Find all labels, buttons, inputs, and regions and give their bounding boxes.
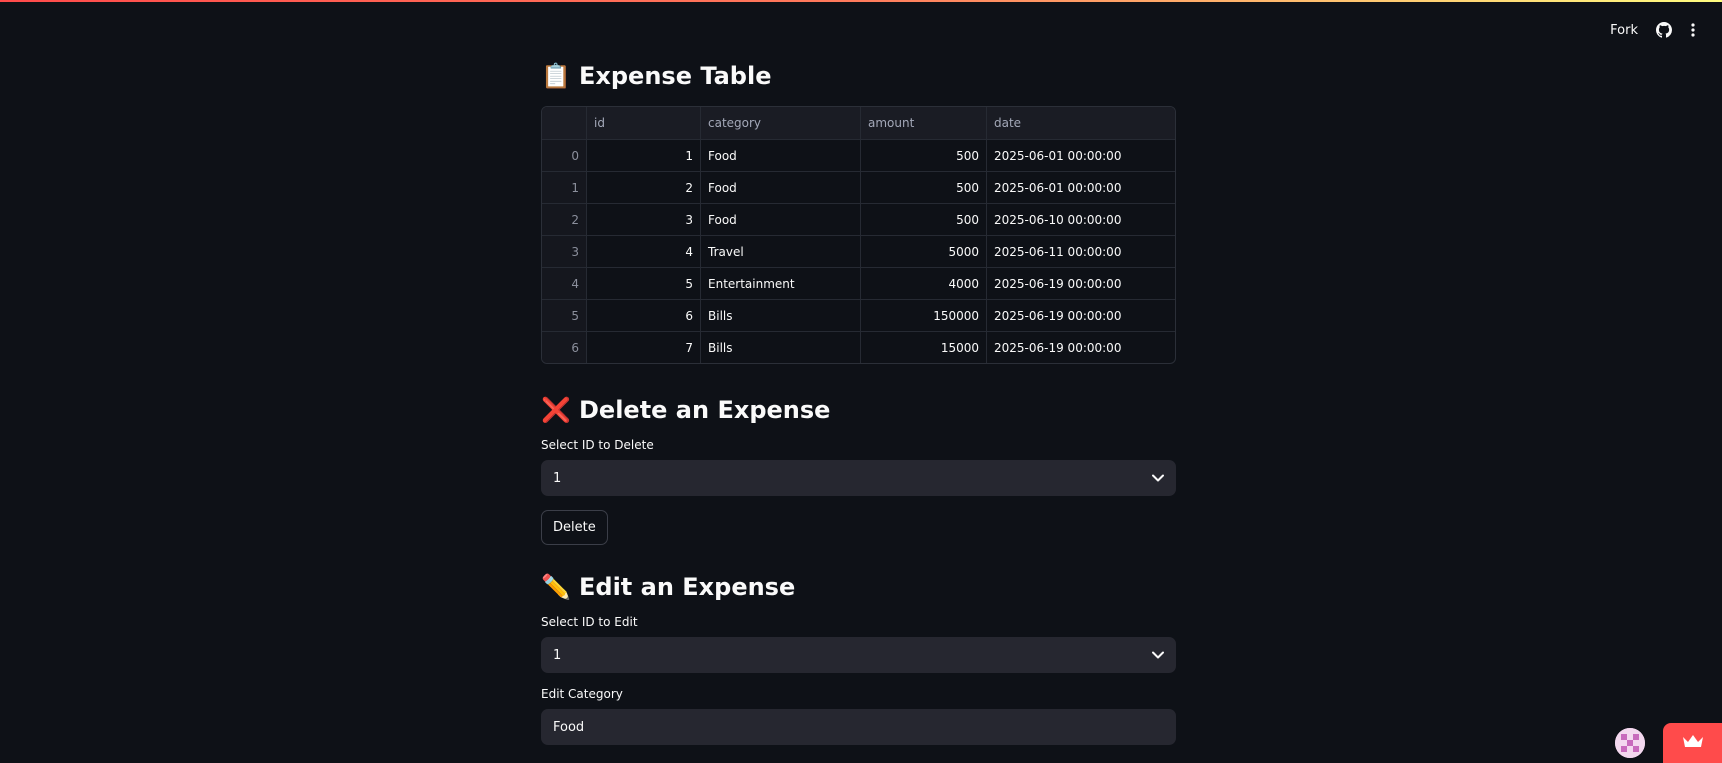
- row-index-cell: 1: [542, 171, 587, 204]
- expense-table: id category amount date 0 1 Food 500 202…: [542, 107, 1175, 363]
- category-cell[interactable]: Bills: [700, 331, 861, 363]
- category-cell[interactable]: Food: [700, 203, 861, 236]
- category-cell[interactable]: Food: [700, 171, 861, 204]
- pencil-icon: ✏️: [541, 573, 571, 601]
- header-toolbar: Fork: [1610, 22, 1696, 38]
- date-cell[interactable]: 2025-06-01 00:00:00: [986, 139, 1175, 172]
- category-cell[interactable]: Food: [700, 139, 861, 172]
- row-index-cell: 5: [542, 299, 587, 332]
- table-row: 6 7 Bills 15000 2025-06-19 00:00:00: [542, 331, 1176, 364]
- amount-cell[interactable]: 500: [860, 139, 987, 172]
- user-avatar[interactable]: [1615, 728, 1645, 758]
- amount-cell[interactable]: 4000: [860, 267, 987, 300]
- id-cell[interactable]: 2: [586, 171, 701, 204]
- id-cell[interactable]: 6: [586, 299, 701, 332]
- edit-category-input[interactable]: Food: [541, 709, 1176, 745]
- id-cell[interactable]: 4: [586, 235, 701, 268]
- id-cell[interactable]: 3: [586, 203, 701, 236]
- id-cell[interactable]: 7: [586, 331, 701, 363]
- column-header-date[interactable]: date: [986, 107, 1175, 140]
- date-cell[interactable]: 2025-06-19 00:00:00: [986, 267, 1175, 300]
- expense-table-title: Expense Table: [579, 62, 772, 90]
- row-index-cell: 4: [542, 267, 587, 300]
- delete-id-select-value: 1: [553, 470, 562, 486]
- row-index-cell: 0: [542, 139, 587, 172]
- date-cell[interactable]: 2025-06-11 00:00:00: [986, 235, 1175, 268]
- edit-id-select[interactable]: 1: [541, 637, 1176, 673]
- edit-id-select-value: 1: [553, 647, 562, 663]
- column-header-amount[interactable]: amount: [860, 107, 987, 140]
- edit-expense-title: Edit an Expense: [579, 573, 796, 601]
- delete-select-label: Select ID to Delete: [541, 438, 654, 452]
- row-index-cell: 2: [542, 203, 587, 236]
- edit-expense-heading: ✏️ Edit an Expense: [541, 567, 1176, 607]
- row-index-cell: 6: [542, 331, 587, 363]
- edit-select-label: Select ID to Edit: [541, 615, 638, 629]
- amount-cell[interactable]: 500: [860, 203, 987, 236]
- chevron-down-icon: [1152, 471, 1164, 486]
- amount-cell[interactable]: 15000: [860, 331, 987, 363]
- row-index-cell: 3: [542, 235, 587, 268]
- category-cell[interactable]: Bills: [700, 299, 861, 332]
- delete-expense-title: Delete an Expense: [579, 396, 831, 424]
- id-cell[interactable]: 5: [586, 267, 701, 300]
- more-vertical-icon[interactable]: [1690, 22, 1696, 38]
- table-header-row: id category amount date: [542, 107, 1175, 140]
- column-header-index[interactable]: [542, 107, 587, 140]
- date-cell[interactable]: 2025-06-19 00:00:00: [987, 332, 1176, 364]
- streamlit-crown-badge[interactable]: [1663, 723, 1722, 763]
- github-icon[interactable]: [1656, 22, 1672, 38]
- delete-button[interactable]: Delete: [541, 510, 608, 545]
- category-cell[interactable]: Entertainment: [700, 267, 861, 300]
- cross-mark-icon: ❌: [541, 396, 571, 424]
- table-row: 1 2 Food 500 2025-06-01 00:00:00: [542, 171, 1175, 204]
- table-row: 4 5 Entertainment 4000 2025-06-19 00:00:…: [542, 267, 1175, 300]
- crown-icon: [1682, 733, 1704, 753]
- column-header-category[interactable]: category: [700, 107, 861, 140]
- column-header-id[interactable]: id: [586, 107, 701, 140]
- table-row: 2 3 Food 500 2025-06-10 00:00:00: [542, 203, 1175, 236]
- table-row: 3 4 Travel 5000 2025-06-11 00:00:00: [542, 235, 1175, 268]
- table-row: 5 6 Bills 150000 2025-06-19 00:00:00: [542, 299, 1175, 332]
- clipboard-icon: 📋: [541, 62, 571, 90]
- main-content: 📋 Expense Table id category amount date …: [541, 56, 1176, 745]
- chevron-down-icon: [1152, 648, 1164, 663]
- date-cell[interactable]: 2025-06-10 00:00:00: [986, 203, 1175, 236]
- amount-cell[interactable]: 5000: [860, 235, 987, 268]
- date-cell[interactable]: 2025-06-19 00:00:00: [986, 299, 1175, 332]
- id-cell[interactable]: 1: [586, 139, 701, 172]
- top-decoration-stripe: [0, 0, 1722, 2]
- delete-expense-heading: ❌ Delete an Expense: [541, 390, 1176, 430]
- amount-cell[interactable]: 500: [860, 171, 987, 204]
- date-cell[interactable]: 2025-06-01 00:00:00: [986, 171, 1175, 204]
- edit-category-label: Edit Category: [541, 687, 623, 701]
- expense-table-heading: 📋 Expense Table: [541, 56, 1176, 96]
- expense-dataframe[interactable]: id category amount date 0 1 Food 500 202…: [541, 106, 1176, 364]
- delete-id-select[interactable]: 1: [541, 460, 1176, 496]
- category-cell[interactable]: Travel: [700, 235, 861, 268]
- amount-cell[interactable]: 150000: [860, 299, 987, 332]
- table-row: 0 1 Food 500 2025-06-01 00:00:00: [542, 139, 1175, 172]
- fork-button[interactable]: Fork: [1610, 23, 1638, 38]
